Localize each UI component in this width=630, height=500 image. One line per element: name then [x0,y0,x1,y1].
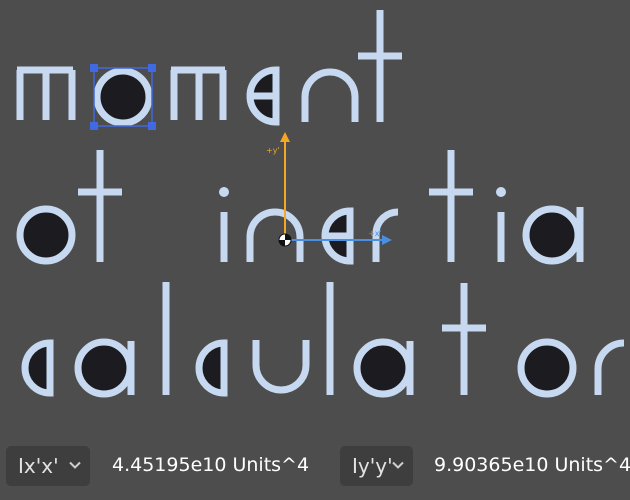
ix-value: 4.45195e10 Units^4 [112,454,310,476]
glyph-t [358,10,402,122]
ix-axis-select[interactable]: Ix'x' [6,446,90,486]
glyph-r [594,339,625,395]
glyph-a [522,205,584,265]
glyph-m [16,66,76,120]
glyph-o [517,338,577,398]
glyph-t [442,283,486,395]
iy-axis-select[interactable]: Iy'y' [340,446,413,486]
x-axis-label: +x' [368,229,382,238]
glyph-t [429,150,473,262]
glyph-m [170,66,227,120]
glyph-o [93,67,153,127]
glyph-e [321,207,354,265]
selection-handle-bottom-right[interactable] [148,122,156,130]
glyph-n [246,208,304,262]
ix-axis-select-value: Ix'x' [18,454,59,478]
chevron-down-icon [69,461,81,469]
glyph-c [195,339,228,397]
glyph-a [74,338,135,398]
glyph-o [16,205,76,265]
glyph-i [496,187,506,262]
chevron-down-icon [392,461,404,469]
glyph-e [246,66,280,126]
selection-handle-bottom-left[interactable] [90,122,98,130]
x-axis-arrow-icon [382,235,392,245]
y-axis-arrow-icon [280,132,290,142]
iy-axis-select-value: Iy'y' [352,454,393,478]
glyph-u [252,340,310,394]
glyph-f [78,150,122,262]
glyph-i [219,187,229,262]
glyph-n [301,68,359,122]
glyph-a [353,338,414,398]
iy-value: 9.90365e10 Units^4 [434,454,630,476]
selection-handle-top-left[interactable] [90,64,98,72]
results-bar: Ix'x' 4.45195e10 Units^4 Iy'y' 9.90365e1… [0,440,630,500]
centroid-marker-icon [278,233,292,247]
selection-handle-top-right[interactable] [148,64,156,72]
y-axis-label: +y' [266,146,280,155]
glyph-c [21,339,54,397]
drawing-canvas[interactable]: +y' +x' [0,0,630,440]
